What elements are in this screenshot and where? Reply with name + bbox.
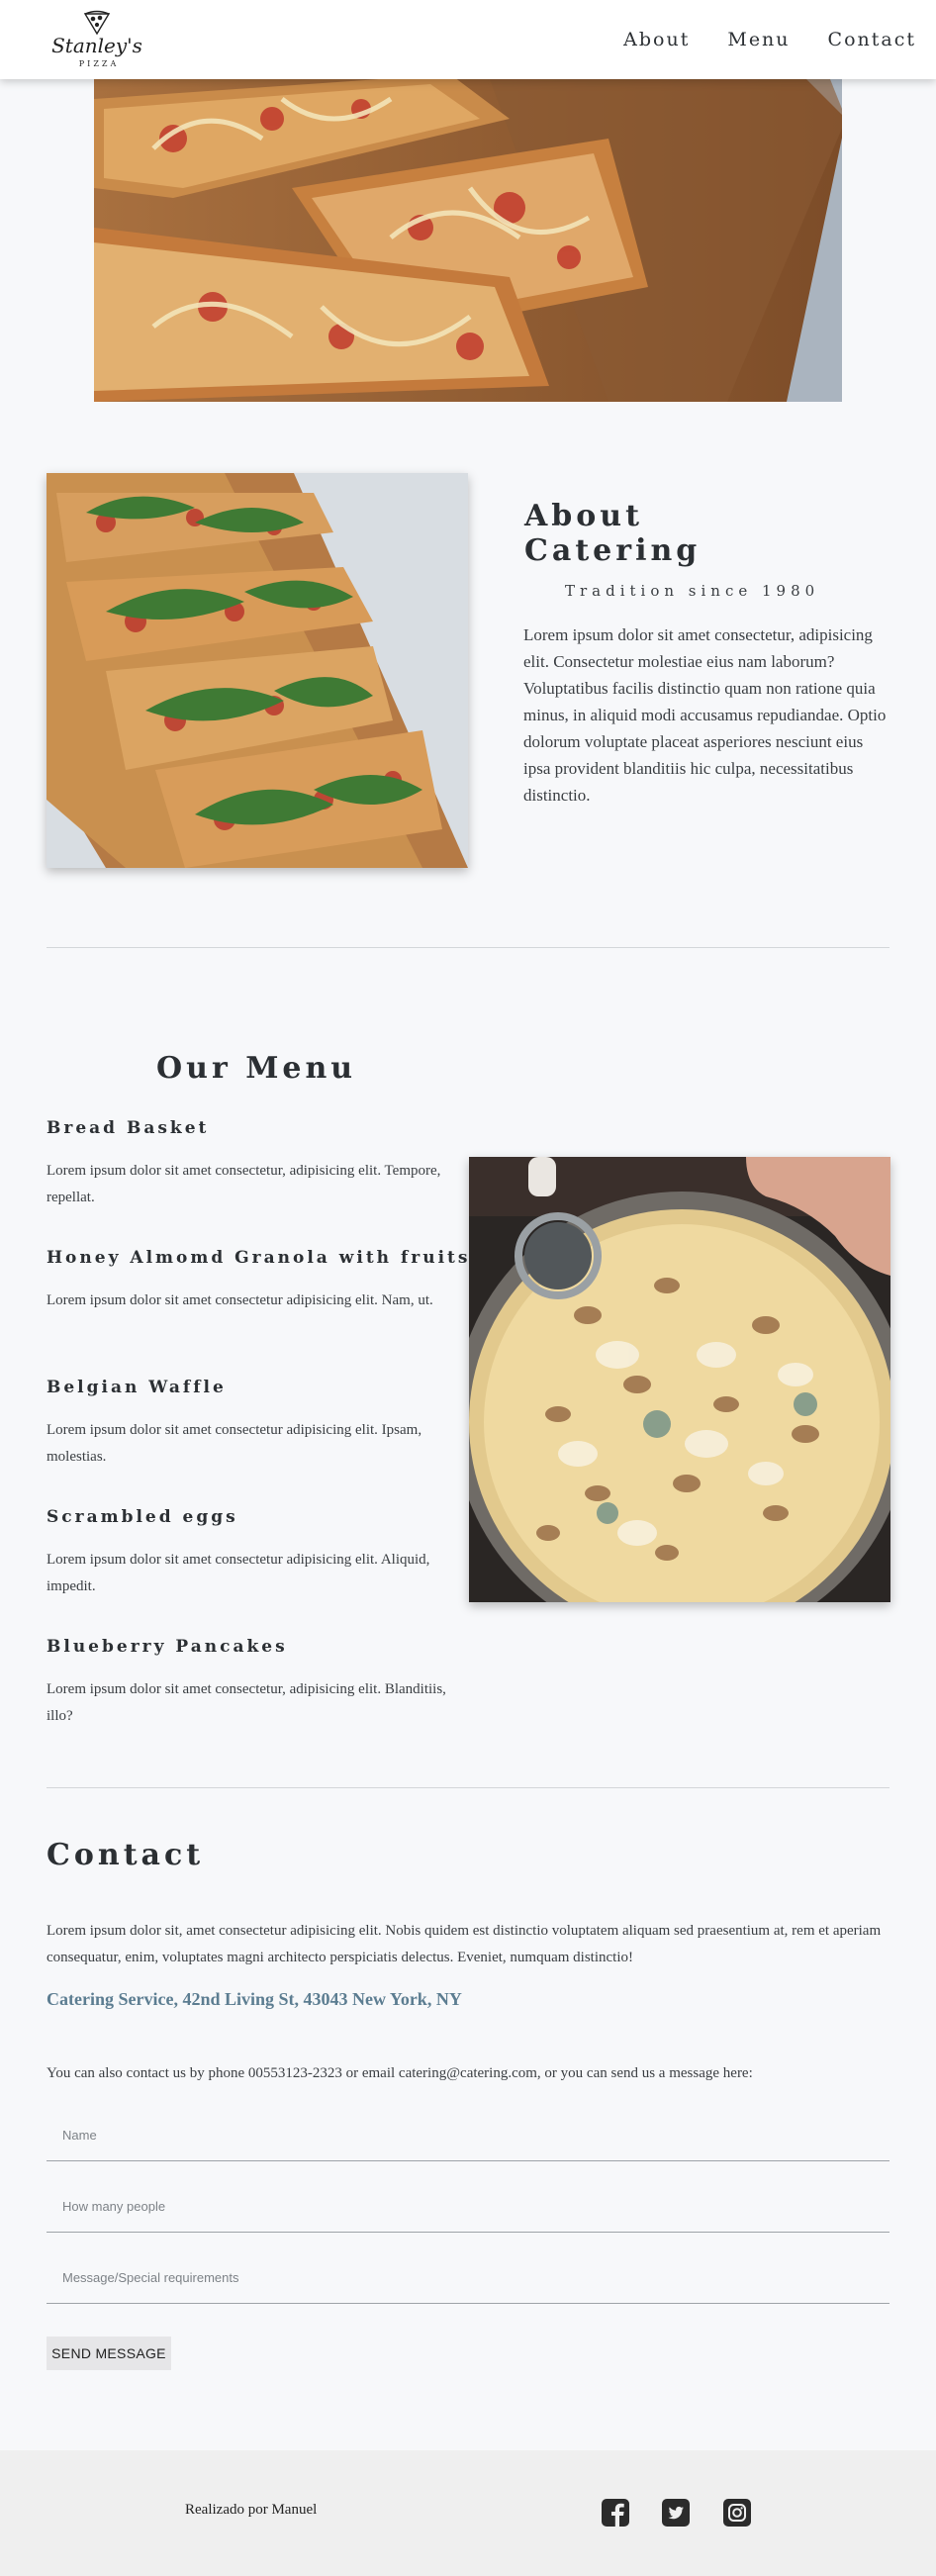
menu-item: Honey Almomd Granola with fruits Lorem i… [47,1248,471,1378]
section-divider [47,947,889,948]
menu-item: Scrambled eggs Lorem ipsum dolor sit ame… [47,1507,452,1637]
message-input[interactable] [47,2252,889,2304]
nav-about-link[interactable]: About [623,29,690,50]
contact-text: Lorem ipsum dolor sit, amet consectetur … [47,1923,882,1965]
name-input[interactable] [47,2110,889,2161]
menu-item: Belgian Waffle Lorem ipsum dolor sit ame… [47,1378,452,1507]
instagram-icon[interactable] [722,2498,752,2528]
menu-list: Bread Basket Lorem ipsum dolor sit amet … [47,1118,471,1766]
menu-item-description: Lorem ipsum dolor sit amet consectetur a… [47,1422,422,1465]
nav-contact-link[interactable]: Contact [828,29,916,50]
menu-item-name: Belgian Waffle [47,1378,227,1397]
stanleys-pizza-logo[interactable]: Stanley's PIZZA [47,8,146,71]
contact-title: Contact [47,1838,205,1872]
menu-pizza-image [469,1157,890,1602]
menu-item-description: Lorem ipsum dolor sit amet consectetur, … [47,1163,441,1205]
site-footer: Realizado por Manuel [0,2450,936,2576]
hero-pizza-image [94,79,842,402]
logo-sub-text: PIZZA [79,59,119,68]
footer-credit: Realizado por Manuel [185,2502,318,2518]
logo-script-text: Stanley's [51,34,142,57]
about-pizza-image [47,473,468,868]
section-divider [47,1787,889,1788]
twitter-icon[interactable] [661,2498,691,2528]
menu-item: Bread Basket Lorem ipsum dolor sit amet … [47,1118,452,1248]
about-text: Lorem ipsum dolor sit amet consectetur, … [523,625,887,805]
contact-address: Catering Service, 42nd Living St, 43043 … [47,1989,462,2009]
send-message-button[interactable]: SEND MESSAGE [47,2337,171,2370]
about-title: About Catering [524,499,702,568]
menu-item-name: Honey Almomd Granola with fruits [47,1248,471,1268]
nav-menu-link[interactable]: Menu [727,29,790,50]
people-count-input[interactable] [47,2181,889,2233]
menu-item: Blueberry Pancakes Lorem ipsum dolor sit… [47,1637,452,1766]
menu-item-description: Lorem ipsum dolor sit amet consectetur a… [47,1552,430,1594]
main-nav: About Menu Contact [623,0,916,79]
about-subtitle: Tradition since 1980 [565,582,820,600]
site-header: Stanley's PIZZA About Menu Contact [0,0,936,79]
contact-phone-text: You can also contact us by phone 0055312… [47,2065,753,2081]
menu-item-name: Scrambled eggs [47,1507,238,1527]
menu-title: Our Menu [156,1051,357,1086]
menu-item-name: Blueberry Pancakes [47,1637,288,1657]
facebook-icon[interactable] [601,2498,630,2528]
menu-item-description: Lorem ipsum dolor sit amet consectetur a… [47,1292,433,1308]
menu-item-description: Lorem ipsum dolor sit amet consectetur, … [47,1681,446,1724]
menu-item-name: Bread Basket [47,1118,210,1138]
